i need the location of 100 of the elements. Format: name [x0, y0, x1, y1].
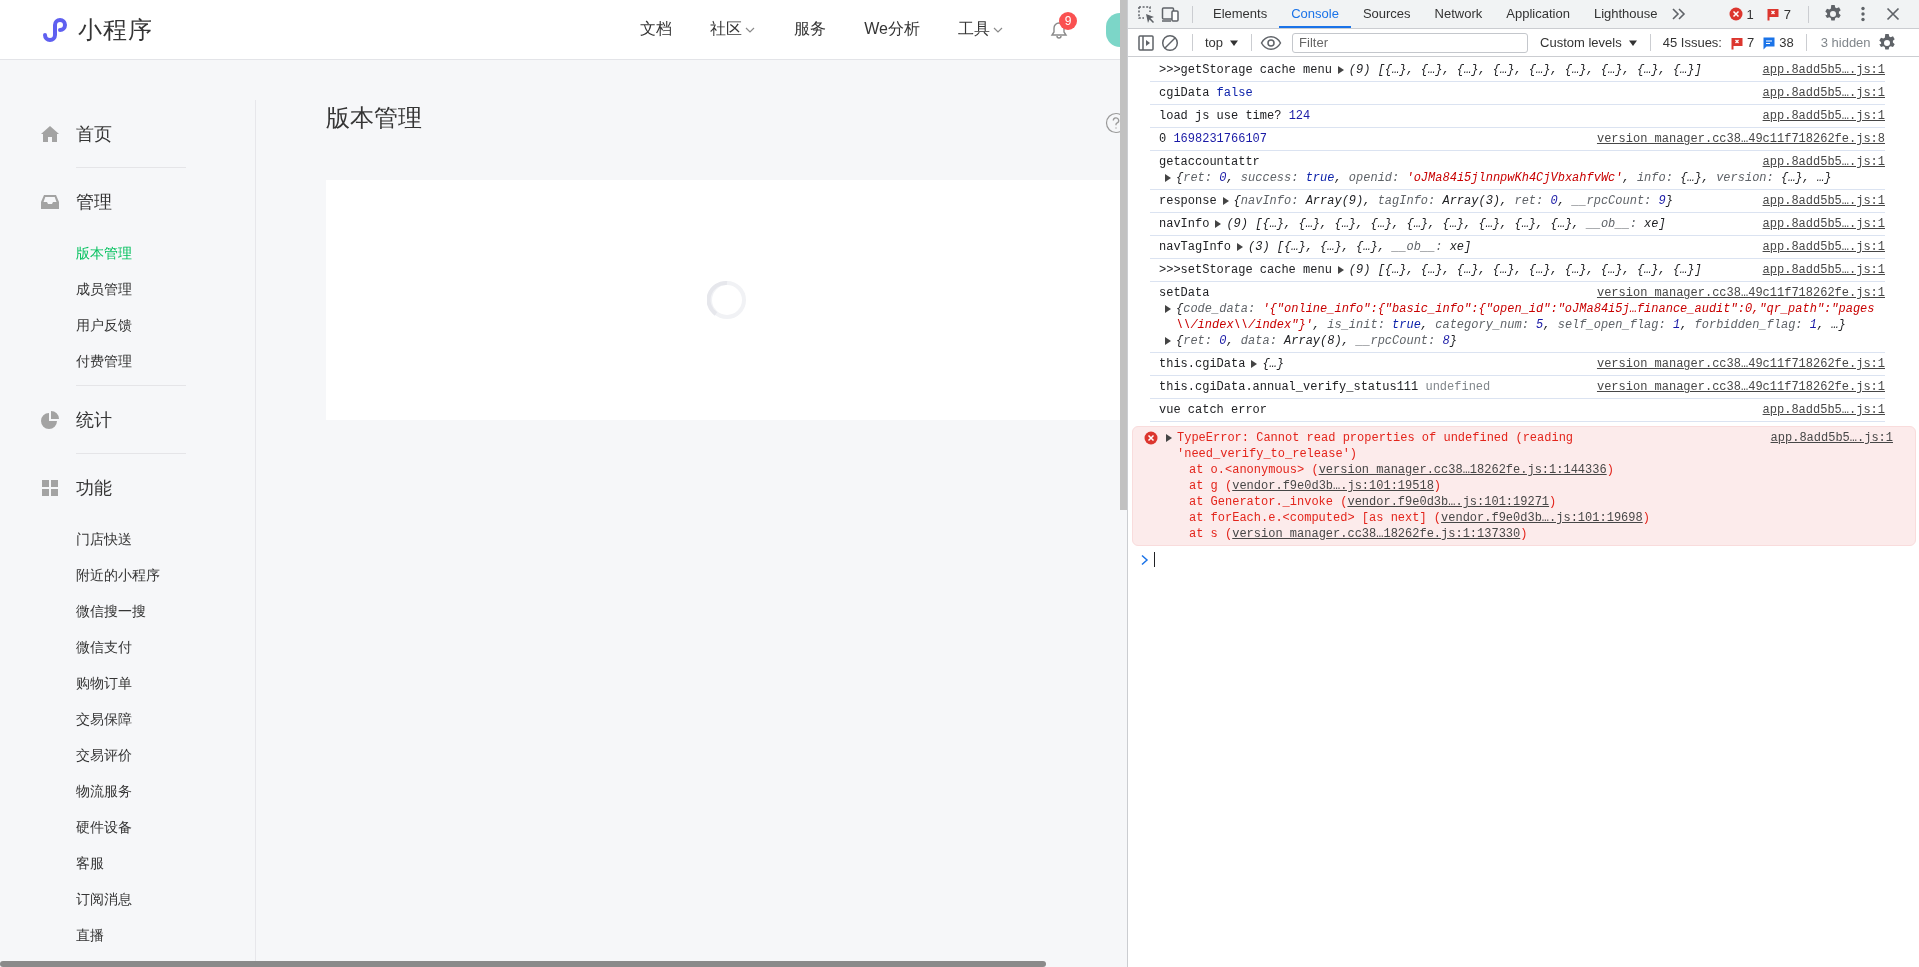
sidebar-item[interactable]: 成员管理 — [76, 271, 132, 307]
prompt-icon — [1140, 553, 1150, 566]
flag-icon — [1765, 7, 1780, 21]
source-link[interactable]: app.8add5b5….js:1 — [1762, 216, 1885, 232]
log-text: (9) [{…}, {…}, {…}, {…}, {…}, {…}, {…}, {…}, {…}] — [1348, 262, 1703, 278]
expand-arrow-icon[interactable] — [1335, 265, 1346, 275]
log-text: cgiData false — [1159, 85, 1253, 101]
devtools-tab[interactable]: Elements — [1201, 0, 1280, 28]
source-link[interactable]: app.8add5b5….js:1 — [1762, 85, 1885, 101]
source-link[interactable]: version_manager.cc38…18262fe.js:1:137330 — [1232, 527, 1521, 541]
log-text: vue catch error — [1159, 402, 1268, 418]
log-text: {navInfo: Array(9), tagInfo: Array(3), ret: 0, __rpcCount: 9} — [1233, 193, 1674, 209]
nav-link[interactable]: We分析 — [864, 19, 920, 40]
sidebar-item[interactable]: 交易保障 — [76, 701, 132, 737]
source-link[interactable]: app.8add5b5….js:1 — [1762, 239, 1885, 255]
devtools-tab[interactable]: Sources — [1350, 0, 1423, 28]
sidebar-heading[interactable]: 统计 — [76, 407, 112, 432]
log-text: this.cgiData — [1159, 356, 1246, 372]
source-link[interactable]: version_manager.cc38…49c11f718262fe.js:1 — [1596, 285, 1885, 301]
logo-icon[interactable] — [40, 15, 68, 44]
loading-spinner-icon — [706, 280, 747, 320]
grid-icon — [40, 477, 60, 498]
source-link[interactable]: app.8add5b5….js:1 — [1762, 402, 1885, 418]
error-text: TypeError: Cannot read properties of undefined (reading 'need_verify_to_release') — [1177, 430, 1574, 462]
stack-frame: at s (version_manager.cc38…18262fe.js:1:137330) — [1189, 526, 1528, 542]
devtools-tab[interactable]: Network — [1422, 0, 1495, 28]
scrollbar[interactable] — [0, 961, 1046, 967]
log-text: (3) [{…}, {…}, {…}, __ob__: xe] — [1248, 239, 1473, 255]
nav-link[interactable]: 工具 — [958, 19, 1004, 40]
log-text: {code_data: '{"online_info":{"basic_info":{"open_id":"oJMa84i5j…finance_audit":0,"qr_path":"pages\\/index\\/index"}', is_init: true, category_num: 5, self_open_flag: 1, forbidden_flag: 1, …} — [1176, 301, 1876, 333]
issue-count[interactable]: 7 — [1762, 6, 1794, 22]
log-text: navTagInfo — [1159, 239, 1231, 255]
stack-frame: at g (vendor.f9e0d3b….js:101:19518) — [1189, 478, 1442, 494]
source-link[interactable]: vendor.f9e0d3b….js:101:19518 — [1232, 479, 1434, 493]
log-text: {…} — [1262, 356, 1286, 372]
flag-icon — [1730, 35, 1744, 50]
sidebar-item[interactable]: 直播 — [76, 917, 104, 953]
log-text: {ret: 0, success: true, openid: 'oJMa84i5jlnnpwKh4CjVbxahfvWc', info: {…}, version: {…}, …} — [1176, 170, 1833, 186]
expand-arrow-icon[interactable] — [1163, 336, 1173, 346]
sidebar-item[interactable]: 购物订单 — [76, 665, 132, 701]
sidebar-item[interactable]: 附近的小程序 — [76, 557, 160, 593]
source-link[interactable]: app.8add5b5….js:1 — [1762, 62, 1885, 78]
device-icon[interactable] — [1160, 4, 1180, 24]
sidebar-item[interactable]: 门店快送 — [76, 521, 132, 557]
expand-arrow-icon[interactable] — [1163, 304, 1173, 314]
filter-field[interactable]: Filter — [1292, 32, 1529, 53]
sidebar-item[interactable]: 微信搜一搜 — [76, 593, 146, 629]
log-text: navInfo — [1159, 216, 1210, 232]
source-link[interactable]: vendor.f9e0d3b….js:101:19698 — [1441, 511, 1643, 525]
stack-frame: at Generator._invoke (vendor.f9e0d3b….js:101:19271) — [1189, 494, 1557, 510]
issues-button[interactable]: 45 Issues: 7 38 — [1658, 35, 1798, 50]
sidebar-heading[interactable]: 首页 — [76, 121, 112, 146]
sidebar-item[interactable]: 订阅消息 — [76, 881, 132, 917]
devtools-tab[interactable]: Console — [1279, 0, 1351, 28]
error-count[interactable]: 1 — [1725, 6, 1757, 22]
sidebar-heading[interactable]: 管理 — [76, 189, 112, 214]
devtools-tab[interactable]: Application — [1494, 0, 1582, 28]
expand-arrow-icon[interactable] — [1335, 65, 1346, 75]
sidebar-item[interactable]: 硬件设备 — [76, 809, 132, 845]
sidebar-item[interactable]: 客服 — [76, 845, 104, 881]
log-text: (9) [{…}, {…}, {…}, {…}, {…}, {…}, {…}, {…}, {…}] — [1348, 62, 1703, 78]
source-link[interactable]: version_manager.cc38…49c11f718262fe.js:1 — [1596, 356, 1885, 372]
nav-link[interactable]: 社区 — [710, 19, 757, 40]
site-title[interactable]: 小程序 — [78, 13, 153, 46]
stack-frame: at o.<anonymous> (version_manager.cc38…18262fe.js:1:144336) — [1189, 462, 1614, 478]
expand-arrow-icon[interactable] — [1235, 242, 1245, 252]
log-text: >>>setStorage cache menu — [1159, 262, 1332, 278]
error-icon — [1144, 431, 1158, 445]
expand-arrow-icon[interactable] — [1164, 433, 1174, 443]
levels-dropdown[interactable]: Custom levels — [1536, 35, 1642, 50]
log-text: load js use time? 124 — [1159, 108, 1311, 124]
source-link[interactable]: vendor.f9e0d3b….js:101:19271 — [1347, 495, 1550, 509]
sidebar-item[interactable]: 交易评价 — [76, 737, 132, 773]
nav-link[interactable]: 服务 — [794, 19, 827, 40]
source-link[interactable]: app.8add5b5….js:1 — [1770, 430, 1893, 446]
home-icon — [40, 123, 60, 144]
devtools-tab[interactable]: Lighthouse — [1581, 0, 1670, 28]
nav-link[interactable]: 文档 — [640, 19, 673, 40]
sidebar-item[interactable]: 用户反馈 — [76, 307, 132, 343]
source-link[interactable]: version_manager.cc38…18262fe.js:1:144336 — [1318, 463, 1607, 477]
sidebar-item[interactable]: 物流服务 — [76, 773, 132, 809]
sidebar-item[interactable]: 微信支付 — [76, 629, 132, 665]
context-dropdown[interactable]: top — [1201, 35, 1244, 50]
expand-arrow-icon[interactable] — [1220, 196, 1231, 206]
sidebar-toggle-icon[interactable] — [1136, 32, 1156, 53]
help-icon[interactable] — [1105, 112, 1120, 134]
sidebar-item[interactable]: 付费管理 — [76, 343, 132, 379]
source-link[interactable]: app.8add5b5….js:1 — [1762, 108, 1885, 124]
clear-console-icon[interactable] — [1160, 32, 1180, 53]
inspect-icon[interactable] — [1136, 4, 1156, 24]
pie-chart-icon — [40, 409, 60, 430]
source-link[interactable]: version_manager.cc38…49c11f718262fe.js:8 — [1596, 131, 1885, 147]
scrollbar[interactable] — [1120, 0, 1127, 510]
source-link[interactable]: app.8add5b5….js:1 — [1762, 154, 1885, 170]
expand-arrow-icon[interactable] — [1163, 173, 1173, 183]
source-link[interactable]: app.8add5b5….js:1 — [1762, 193, 1885, 209]
log-text: getaccountattr — [1159, 154, 1260, 170]
source-link[interactable]: app.8add5b5….js:1 — [1762, 262, 1885, 278]
source-link[interactable]: version_manager.cc38…49c11f718262fe.js:1 — [1596, 379, 1885, 395]
sidebar-heading[interactable]: 功能 — [76, 475, 112, 500]
